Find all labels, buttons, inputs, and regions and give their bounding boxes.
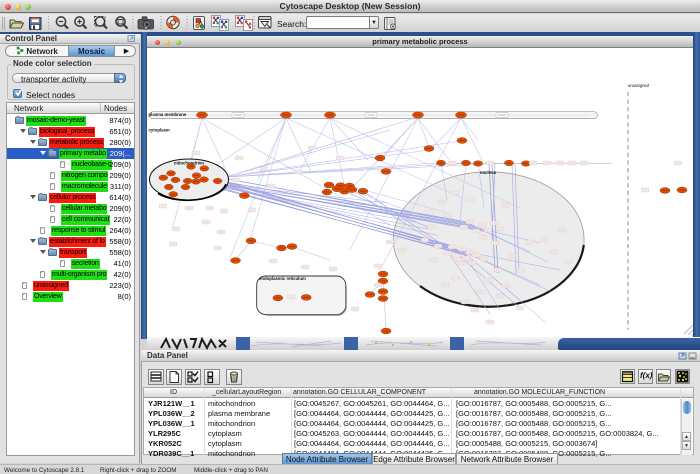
svg-text:endoplasmic reticulum: endoplasmic reticulum: [259, 276, 306, 281]
svg-text:plasma membrane: plasma membrane: [149, 112, 187, 117]
svg-text:nucleus: nucleus: [480, 170, 497, 175]
svg-text:cytoplasm: cytoplasm: [149, 128, 170, 133]
svg-text:mitochondrion: mitochondrion: [174, 161, 204, 166]
svg-text:unassigned: unassigned: [628, 83, 650, 88]
